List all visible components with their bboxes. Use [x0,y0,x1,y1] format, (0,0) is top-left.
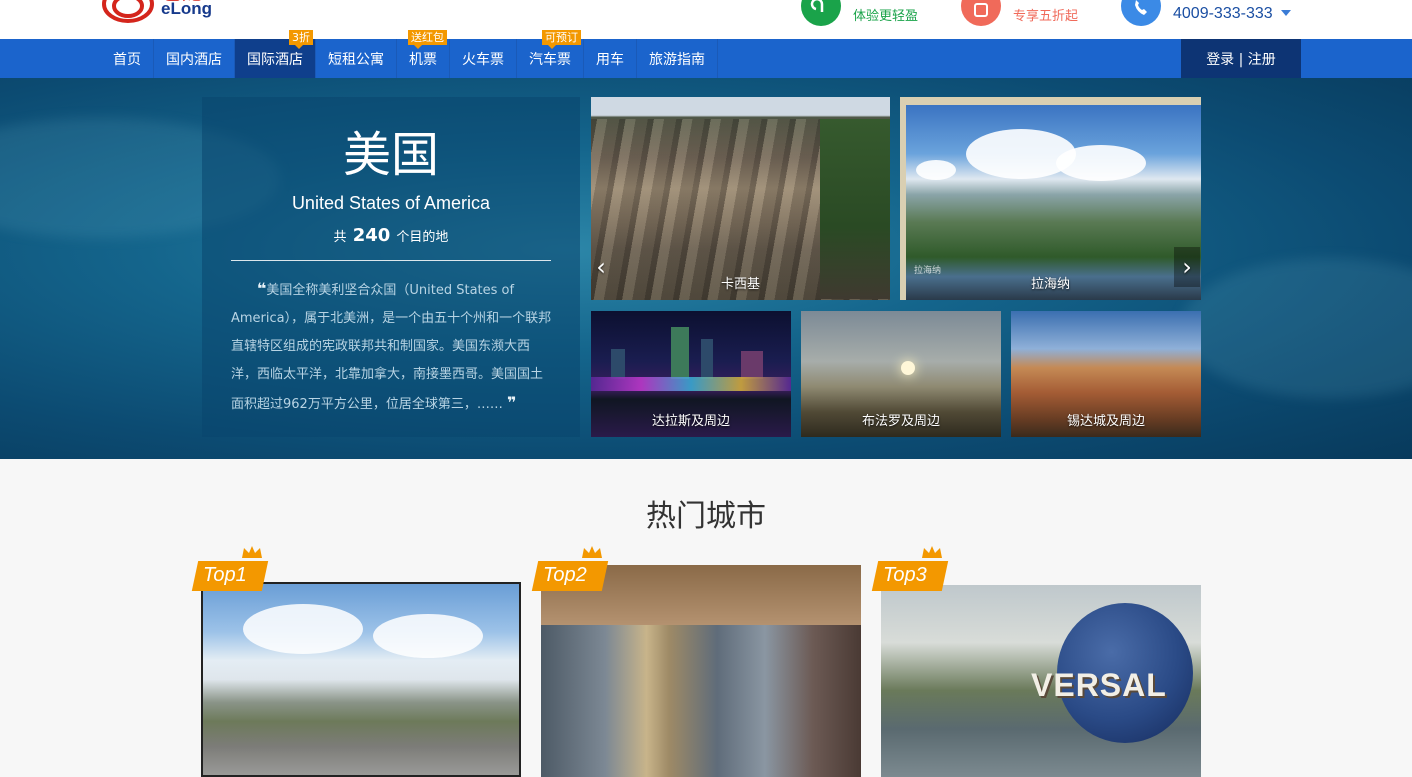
mobile-icon [961,0,1001,26]
cloud [966,129,1076,179]
carousel-next-icon[interactable]: › [1174,247,1200,287]
logo-swirl-icon [102,0,154,23]
promo-badge: 可预订 [542,30,581,49]
nav-item-label: 汽车票 [529,51,571,68]
crown-icon [242,546,262,558]
nav-item[interactable]: 国内酒店 [154,39,235,78]
nav-item[interactable]: 用车 [584,39,637,78]
building [701,339,713,379]
building [671,327,689,379]
app-download-link[interactable]: 体验更轻盈 [801,0,919,26]
nav-item[interactable]: 机票 送红包 [397,30,450,78]
phone-number: 4009-333-333 [1173,0,1291,23]
rank-label: Top2 [543,564,587,586]
login-register-button[interactable]: 登录 | 注册 [1181,39,1301,78]
country-name-cn: 美国 [342,127,439,183]
phone-icon [1121,0,1161,26]
count-number: 240 [352,225,391,246]
mobile-discount-link[interactable]: 专享五折起 [961,0,1079,26]
park-sign: VERSAL [1031,667,1167,703]
mobile-promo-text: 专享五折起 [1013,8,1079,24]
phone-hotline[interactable]: 4009-333-333 [1121,0,1291,26]
destination-photo-lahaina[interactable]: 拉海纳 拉海纳 [900,97,1201,300]
destination-photo-dallas[interactable]: 达拉斯及周边 [591,311,791,437]
app-promo-text: 体验更轻盈 [853,8,919,24]
quote-close-icon: ❞ [506,393,517,412]
nav-item-label: 首页 [113,51,141,68]
nav-item[interactable]: 短租公寓 [316,39,397,78]
rank-badge: Top1 [191,561,269,591]
city-lights [591,377,791,391]
nav-item-label: 国内酒店 [166,51,222,68]
crown-icon [582,546,602,558]
country-hero: 美国 United States of America 共 240 个目的地 ❝… [0,78,1412,459]
destination-photo-cedar-city[interactable]: 锡达城及周边 [1011,311,1201,437]
nav-item[interactable]: 国际酒店 3折 [235,30,316,78]
nav-item[interactable]: 汽车票 可预订 [517,30,584,78]
cloud [916,160,956,180]
main-nav: 首页 国内酒店 国际酒店 3折 短租公寓 机票 送红包 火车票 汽车票 可预订 用车 旅游指南 登录 … [0,30,1412,78]
photo-caption: 达拉斯及周边 [651,414,730,429]
country-info-card: 美国 United States of America 共 240 个目的地 ❝… [202,97,580,437]
foliage-scene [820,119,890,299]
photo-caption: 拉海纳 [1030,277,1070,292]
rank-label: Top3 [883,564,927,586]
app-icon [801,0,841,26]
photo-caption: 布法罗及周边 [861,414,940,429]
country-name-en: United States of America [291,193,491,213]
count-suffix: 个目的地 [396,230,449,245]
phone-number-text: 4009-333-333 [1173,5,1273,22]
carousel-prev-icon[interactable]: ‹ [588,247,614,287]
hot-city-card-2[interactable] [541,565,861,777]
promo-badge: 送红包 [408,30,447,49]
rank-badge: Top3 [871,561,949,591]
nav-item-label: 火车票 [462,51,504,68]
building [611,349,625,379]
cloud [243,604,363,654]
logo-english-text: eLong [161,0,212,18]
divider [231,260,551,261]
description-text: 美国全称美利坚合众国（United States of America），属于北… [231,283,552,412]
nav-item[interactable]: 火车票 [450,39,517,78]
nav-item-label: 旅游指南 [649,51,705,68]
nav-item-label: 短租公寓 [328,51,384,68]
rank-label: Top1 [203,564,247,586]
photo-caption: 锡达城及周边 [1066,414,1145,429]
nav-item[interactable]: 旅游指南 [637,39,718,78]
elong-logo[interactable]: 艺龙 eLong [102,0,222,30]
hot-city-card-1[interactable] [201,582,521,777]
rank-badge: Top2 [531,561,609,591]
mountain-scene [906,105,1201,300]
nav-item[interactable]: 首页 [101,39,154,78]
cloud [373,614,483,658]
country-description: ❝美国全称美利坚合众国（United States of America），属于… [231,275,553,419]
photo-caption: 卡西基 [720,277,760,292]
destination-photo-buffalo[interactable]: 布法罗及周边 [801,311,1001,437]
nav-item-label: 用车 [596,51,624,68]
promo-badge: 3折 [289,30,313,49]
nav-menu: 首页 国内酒店 国际酒店 3折 短租公寓 机票 送红包 火车票 汽车票 可预订 用车 旅游指南 [101,30,718,78]
destination-count: 共 240 个目的地 [202,225,580,246]
chevron-down-icon[interactable] [1280,10,1291,16]
crown-icon [922,546,942,558]
hero-background-streak [1180,258,1412,398]
top-header: 艺龙 eLong 体验更轻盈 专享五折起 4009-333-333 [0,0,1412,39]
building [741,351,763,379]
hot-city-card-3[interactable]: VERSAL [881,585,1201,777]
hot-cities-title: 热门城市 [646,499,766,534]
nav-item-label: 机票 [409,51,437,68]
sun [901,361,915,375]
cloud [1056,145,1146,181]
destination-photo-kasiji[interactable]: 卡西基 [591,97,890,300]
nav-item-label: 国际酒店 [247,51,303,68]
quote-open-icon: ❝ [257,279,267,298]
count-prefix: 共 [333,230,347,245]
city-photo [203,584,519,775]
